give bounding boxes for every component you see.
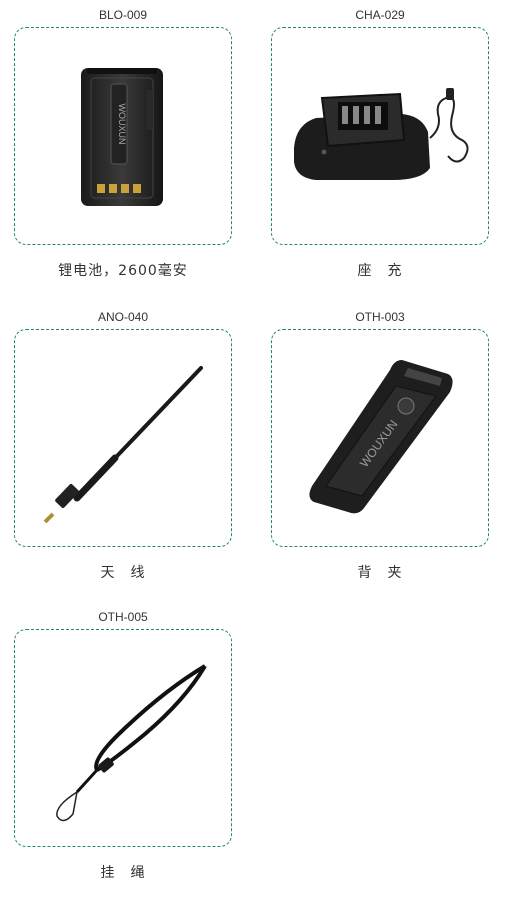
product-code: ANO-040 [97,310,149,324]
product-image-frame [14,629,232,847]
product-code: BLO-009 [98,8,148,22]
desktop-charger-image [294,88,469,180]
product-caption: 座 充 [357,263,403,279]
product-code: OTH-005 [98,610,148,624]
product-caption: 挂 绳 [100,865,146,881]
product-caption: 锂电池，2600毫安 [58,263,188,279]
brand-logo-text: WOUXUN [117,104,127,145]
product-image-frame: WOUXUN [271,329,489,547]
battery-pack-image: WOUXUN [81,68,163,206]
lanyard-image [56,664,207,822]
product-image-frame [14,329,232,547]
product-code: CHA-029 [355,8,405,22]
belt-clip-image: WOUXUN [309,360,453,514]
product-caption: 天 线 [100,565,146,581]
product-image-frame [271,27,489,245]
antenna-image [43,366,203,524]
product-image-frame: WOUXUN [14,27,232,245]
product-code: OTH-003 [355,310,405,324]
product-caption: 背 夹 [357,565,403,581]
